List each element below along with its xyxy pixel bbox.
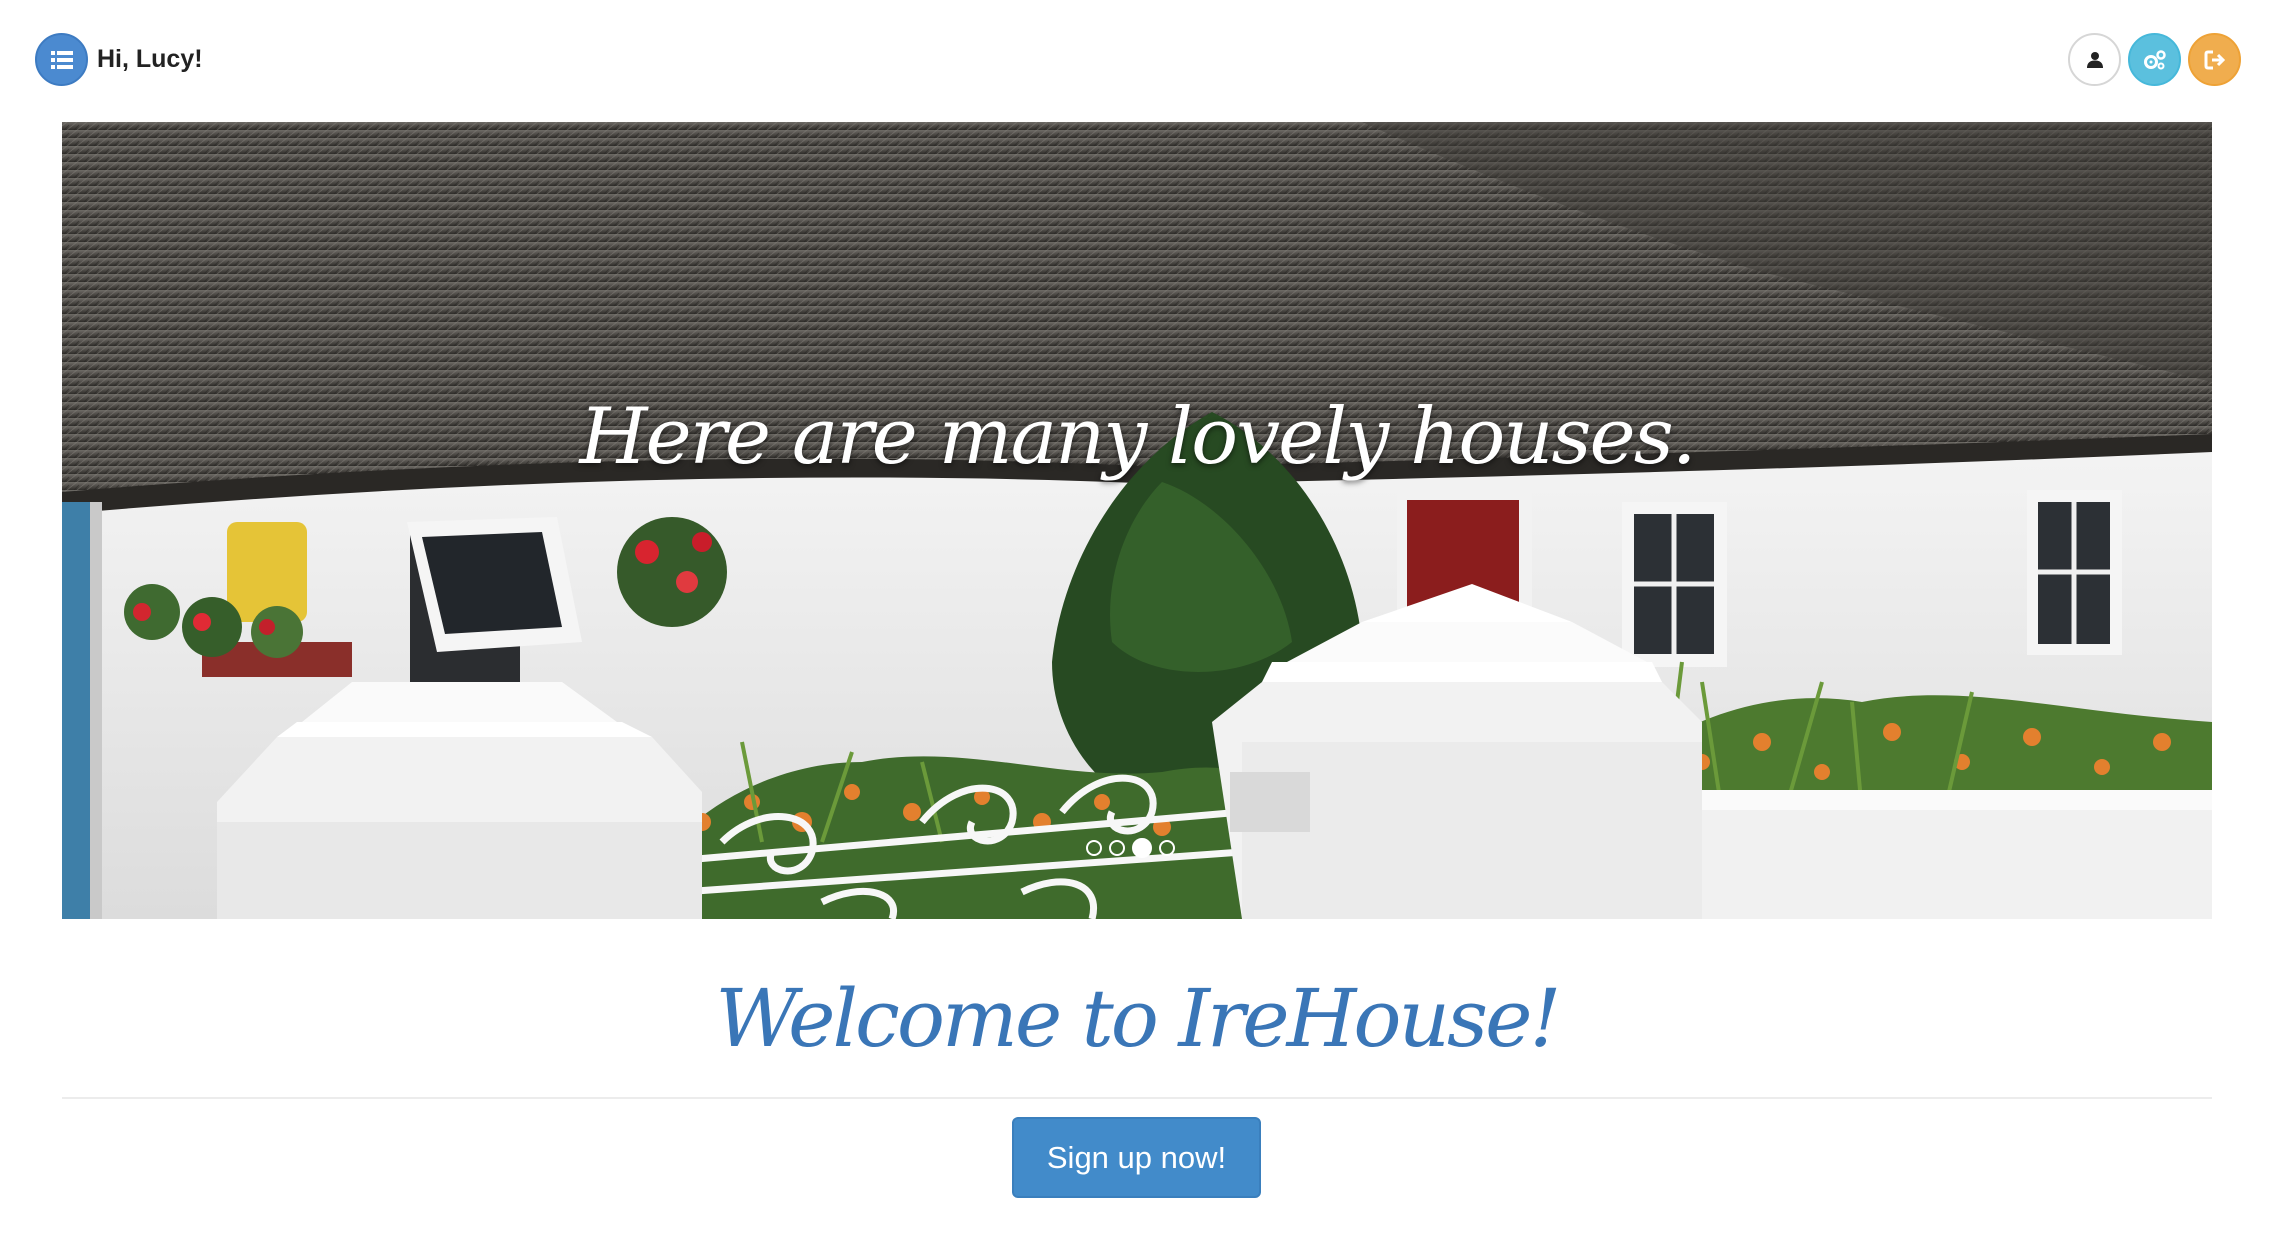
carousel-indicator-2[interactable] xyxy=(1109,840,1125,856)
user-icon xyxy=(2086,51,2103,68)
cogs-icon xyxy=(2143,49,2166,69)
divider xyxy=(62,1097,2212,1099)
settings-button[interactable] xyxy=(2128,33,2181,86)
logout-button[interactable] xyxy=(2188,33,2241,86)
signup-button[interactable]: Sign up now! xyxy=(1012,1117,1261,1198)
carousel-caption: Here are many lovely houses. xyxy=(579,392,1696,482)
hero-carousel[interactable]: Here are many lovely houses. xyxy=(62,122,2212,919)
carousel-indicator-3[interactable] xyxy=(1132,838,1152,858)
carousel-indicator-1[interactable] xyxy=(1086,840,1102,856)
menu-button[interactable] xyxy=(35,33,88,86)
cottage-photo xyxy=(62,122,2212,919)
sign-out-icon xyxy=(2204,50,2225,69)
carousel-indicators xyxy=(1086,838,1175,858)
welcome-heading: Welcome to IreHouse! xyxy=(715,972,1561,1065)
list-icon xyxy=(50,50,73,69)
carousel-indicator-4[interactable] xyxy=(1159,840,1175,856)
profile-button[interactable] xyxy=(2068,33,2121,86)
user-greeting: Hi, Lucy! xyxy=(97,45,203,73)
